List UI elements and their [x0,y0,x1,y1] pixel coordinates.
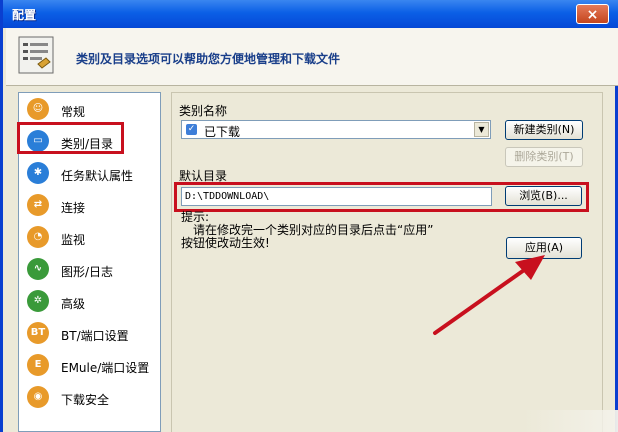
user-icon: ☺ [27,98,49,120]
bt-icon: BT [27,322,49,344]
sidebar-item-graph-log[interactable]: ∿ 图形/日志 [27,258,157,284]
apply-button[interactable]: 应用(A) [506,237,582,259]
category-name-label: 类别名称 [179,104,228,118]
gear-icon: ✲ [27,290,49,312]
sidebar-item-label: EMule/端口设置 [61,361,150,375]
sidebar-item-bt-port[interactable]: BT BT/端口设置 [27,322,157,348]
header-banner: 类别及目录选项可以帮助您方便地管理和下载文件 [6,28,618,86]
directory-highlight-box [174,182,589,212]
watermark-fade [523,410,618,432]
chart-icon: ∿ [27,258,49,280]
hint-line-2: 按钮使改动生效! [181,236,270,250]
sidebar-item-advanced[interactable]: ✲ 高级 [27,290,157,316]
config-window: 配置 × 类别及目录选项可以帮助您方便地管理和下载文件 ☺ 常规 ▭ 类别/目录… [0,0,618,432]
category-selected-value: 已下载 [204,125,241,139]
sidebar-item-download-security[interactable]: ◉ 下载安全 [27,386,157,412]
dropdown-arrow-icon[interactable]: ▼ [474,122,489,137]
settings-list-icon [18,36,54,74]
delete-category-button[interactable]: 删除类别(T) [505,147,583,167]
asterisk-icon: ✱ [27,162,49,184]
connection-icon: ⇄ [27,194,49,216]
header-description: 类别及目录选项可以帮助您方便地管理和下载文件 [76,52,341,66]
sidebar-item-label: 任务默认属性 [61,169,134,183]
emule-icon: E [27,354,49,376]
sidebar-item-label: BT/端口设置 [61,329,129,343]
category-check-icon: ✓ [186,124,197,135]
sidebar-item-monitor[interactable]: ◔ 监视 [27,226,157,252]
new-category-button[interactable]: 新建类别(N) [505,120,583,140]
sidebar-item-general[interactable]: ☺ 常规 [27,98,157,124]
sidebar-item-task-defaults[interactable]: ✱ 任务默认属性 [27,162,157,188]
sidebar-item-connection[interactable]: ⇄ 连接 [27,194,157,220]
window-title: 配置 [12,8,37,22]
sidebar-item-label: 高级 [61,297,86,311]
sidebar-item-label: 常规 [61,105,86,119]
sidebar-item-label: 下载安全 [61,393,110,407]
title-bar[interactable]: 配置 × [3,0,618,28]
sidebar-item-label: 监视 [61,233,86,247]
sidebar-item-label: 连接 [61,201,86,215]
shield-icon: ◉ [27,386,49,408]
close-button[interactable]: × [576,4,609,24]
monitor-icon: ◔ [27,226,49,248]
category-select[interactable]: ✓ 已下载 ▼ [181,120,491,139]
sidebar-item-label: 图形/日志 [61,265,114,279]
settings-panel [171,92,603,432]
sidebar-item-emule-port[interactable]: E EMule/端口设置 [27,354,157,380]
category-highlight-box [17,122,124,154]
